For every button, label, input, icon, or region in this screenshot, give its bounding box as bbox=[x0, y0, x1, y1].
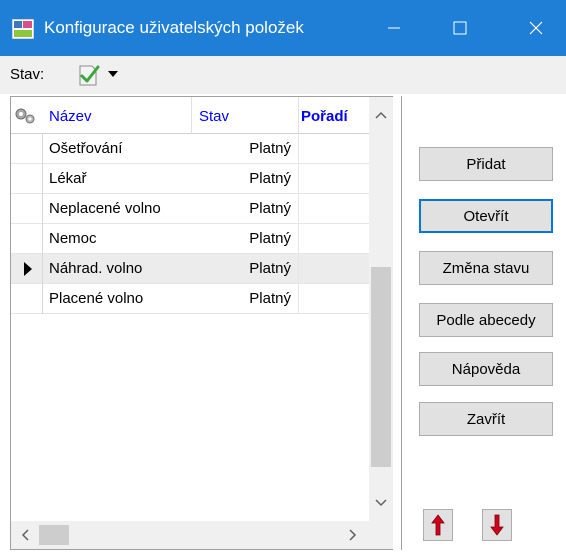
toolbar: Stav: bbox=[0, 56, 566, 94]
move-up-button[interactable] bbox=[423, 509, 453, 541]
app-icon bbox=[11, 18, 35, 40]
scroll-left-icon[interactable] bbox=[17, 527, 33, 543]
row-indicator bbox=[11, 254, 43, 284]
close-button[interactable]: Zavřít bbox=[419, 402, 553, 436]
alphabetical-button[interactable]: Podle abecedy bbox=[419, 303, 553, 337]
row-indicator bbox=[11, 134, 43, 164]
button-panel: Přidat Otevřít Změna stavu Podle abecedy… bbox=[401, 96, 561, 550]
minimize-button[interactable] bbox=[364, 0, 424, 56]
row-state: Platný bbox=[249, 230, 291, 247]
stav-label: Stav: bbox=[10, 66, 45, 83]
change-state-button[interactable]: Změna stavu bbox=[419, 251, 553, 285]
horizontal-scroll-thumb[interactable] bbox=[39, 525, 69, 545]
window-title: Konfigurace uživatelských položek bbox=[44, 18, 304, 37]
title-bar[interactable]: Konfigurace uživatelských položek bbox=[0, 0, 566, 56]
row-state: Platný bbox=[249, 170, 291, 187]
row-name: Placené volno bbox=[49, 290, 144, 307]
scrollbar-corner bbox=[369, 521, 393, 549]
table-row[interactable]: Neplacené volno Platný bbox=[11, 194, 369, 224]
cell-divider bbox=[298, 254, 299, 284]
table-header: Název Stav Pořadí bbox=[11, 97, 369, 134]
help-button[interactable]: Nápověda bbox=[419, 352, 553, 386]
row-indicator bbox=[11, 224, 43, 254]
row-state: Platný bbox=[249, 260, 291, 277]
row-name: Náhrad. volno bbox=[49, 260, 143, 277]
add-button[interactable]: Přidat bbox=[419, 147, 553, 181]
vertical-scroll-thumb[interactable] bbox=[371, 267, 391, 467]
close-window-button[interactable] bbox=[506, 0, 566, 56]
cell-divider bbox=[298, 284, 299, 314]
table-row[interactable]: Ošetřování Platný bbox=[11, 134, 369, 164]
move-down-button[interactable] bbox=[482, 509, 512, 541]
column-header-poradi[interactable]: Pořadí bbox=[301, 108, 348, 125]
cell-divider bbox=[298, 164, 299, 194]
column-divider bbox=[191, 97, 192, 134]
row-pointer-icon bbox=[24, 262, 32, 276]
stav-dropdown-arrow-icon[interactable] bbox=[108, 71, 118, 77]
row-name: Lékař bbox=[49, 170, 87, 187]
maximize-icon bbox=[453, 21, 467, 35]
row-state: Platný bbox=[249, 290, 291, 307]
row-indicator bbox=[11, 194, 43, 224]
scroll-up-icon[interactable] bbox=[373, 107, 389, 123]
column-divider bbox=[298, 97, 299, 134]
open-button[interactable]: Otevřít bbox=[419, 199, 553, 233]
scroll-down-icon[interactable] bbox=[373, 495, 389, 511]
table-row[interactable]: Lékař Platný bbox=[11, 164, 369, 194]
check-document-icon[interactable] bbox=[75, 62, 101, 88]
table-row-selected[interactable]: Náhrad. volno Platný bbox=[11, 254, 369, 284]
scroll-right-icon[interactable] bbox=[345, 527, 361, 543]
minimize-icon bbox=[388, 27, 400, 29]
row-state: Platný bbox=[249, 140, 291, 157]
row-name: Nemoc bbox=[49, 230, 97, 247]
close-icon bbox=[529, 21, 543, 35]
gears-icon[interactable] bbox=[13, 107, 39, 125]
items-table[interactable]: Název Stav Pořadí Ošetřování Platný Léka… bbox=[10, 96, 393, 550]
arrow-up-icon bbox=[431, 514, 445, 536]
cell-divider bbox=[298, 194, 299, 224]
cell-divider bbox=[298, 224, 299, 254]
cell-divider bbox=[298, 134, 299, 164]
column-header-stav[interactable]: Stav bbox=[199, 108, 229, 125]
maximize-button[interactable] bbox=[430, 0, 490, 56]
vertical-scrollbar[interactable] bbox=[369, 97, 393, 521]
table-row[interactable]: Placené volno Platný bbox=[11, 284, 369, 314]
row-indicator bbox=[11, 164, 43, 194]
column-header-nazev[interactable]: Název bbox=[49, 108, 92, 125]
row-name: Ošetřování bbox=[49, 140, 123, 157]
row-state: Platný bbox=[249, 200, 291, 217]
row-indicator bbox=[11, 284, 43, 314]
horizontal-scrollbar[interactable] bbox=[11, 521, 369, 549]
row-name: Neplacené volno bbox=[49, 200, 161, 217]
arrow-down-icon bbox=[490, 514, 504, 536]
table-row[interactable]: Nemoc Platný bbox=[11, 224, 369, 254]
